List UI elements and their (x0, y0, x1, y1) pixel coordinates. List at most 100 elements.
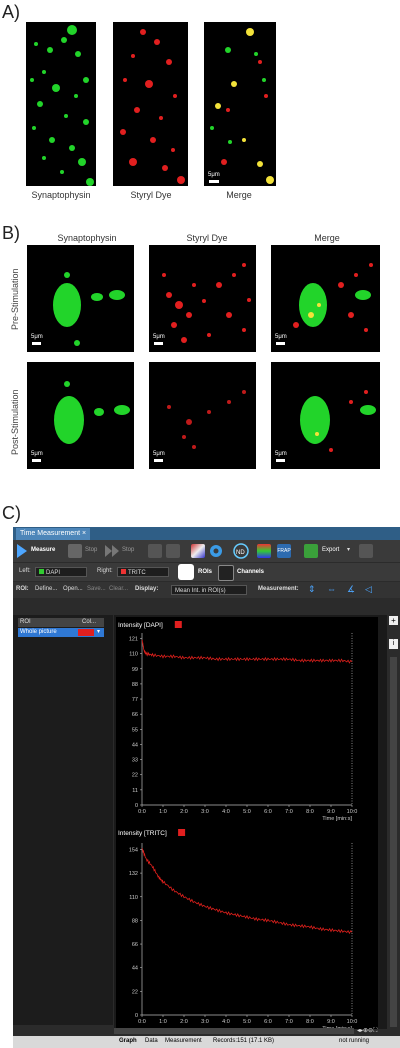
horizontal-measure-icon[interactable]: ⇔ (327, 584, 336, 594)
tab-label: Time Measurement (20, 530, 81, 537)
caption-synaptophysin: Synaptophysin (31, 190, 91, 200)
fast-forward-icon[interactable] (105, 545, 119, 557)
export-icon[interactable] (304, 544, 318, 558)
roi-pane (13, 615, 113, 1025)
post-merge-overlay (300, 390, 376, 452)
zoom-in-icon[interactable]: + (389, 616, 398, 625)
x-tick-label: 4:0 (222, 809, 230, 815)
channels-icon[interactable] (218, 565, 234, 581)
x-tick-label: 7:0 (285, 1019, 293, 1025)
post-styryl-image: 5μm (149, 362, 256, 469)
scale-bar (32, 342, 41, 345)
svg-text:ND: ND (236, 550, 245, 556)
stop-icon[interactable] (68, 544, 82, 558)
vertical-scrollbar[interactable] (390, 657, 397, 1027)
x-axis-label: Time [min:s] (322, 816, 352, 822)
x-tick-label: 10:0 (347, 809, 358, 815)
post-merge-image: 5μm (271, 362, 380, 469)
stop-button-2[interactable]: Stop (122, 547, 134, 553)
open-button[interactable]: Open... (63, 586, 83, 592)
copy-icon[interactable] (148, 544, 162, 558)
roi-row-whole-picture[interactable]: Whole picture ▾ (18, 628, 104, 637)
caption-styryl-dye: Styryl Dye (130, 190, 172, 200)
nd-icon[interactable]: ND (233, 543, 249, 559)
pre-styryl-image: 5μm (149, 245, 256, 352)
y-tick-label: 132 (129, 871, 138, 877)
row-label-post: Post-Stimulation (10, 389, 20, 455)
pre-synaptophysin-image: 5μm (27, 245, 134, 352)
toolbar-roi: ROI: Define... Open... Save... Clear... … (13, 582, 400, 598)
pre-red-puncta (162, 263, 251, 343)
running-status: not running (339, 1038, 370, 1044)
rois-icon[interactable] (178, 564, 194, 580)
paste-icon[interactable] (166, 544, 180, 558)
grid-icon[interactable] (191, 544, 205, 558)
y-tick-label: 66 (132, 942, 138, 948)
x-tick-label: 0:0 (138, 1019, 146, 1025)
color-column-header[interactable]: Col... (82, 619, 96, 625)
arrow-measure-icon[interactable]: ◁ (365, 584, 372, 595)
angle-icon[interactable]: ∡ (347, 584, 355, 595)
tab-graph[interactable]: Graph (119, 1038, 137, 1044)
toolbar-main: Measure Stop Stop ND FRAP Export ▾ (13, 540, 400, 562)
info-icon[interactable]: i (389, 639, 398, 649)
post-green-blob (54, 381, 130, 444)
chevron-down-icon[interactable]: ▾ (97, 628, 100, 635)
wave-icon[interactable] (359, 544, 373, 558)
vertical-measure-icon[interactable]: ⇕ (308, 584, 316, 595)
display-label: Display: (135, 586, 159, 592)
scale-label: 5μm (275, 451, 287, 457)
left-label: Left: (19, 568, 31, 574)
clear-button[interactable]: Clear... (109, 586, 128, 592)
play-icon[interactable] (17, 544, 27, 558)
measure-button[interactable]: Measure (31, 547, 55, 553)
y-tick-label: 77 (132, 697, 138, 703)
rois-button[interactable]: ROIs (198, 569, 212, 575)
scale-bar (276, 342, 285, 345)
y-tick-label: 44 (132, 966, 138, 972)
left-channel-value: DAPI (46, 570, 61, 576)
close-icon[interactable]: × (82, 530, 86, 537)
chevron-down-icon[interactable]: ▾ (347, 546, 350, 553)
gear-icon[interactable] (209, 544, 223, 558)
y-tick-label: 33 (132, 758, 138, 764)
tab-measurement[interactable]: Measurement (165, 1038, 202, 1044)
tab-time-measurement[interactable]: Time Measurement × (16, 528, 91, 540)
display-select[interactable]: Mean Int. in ROI(s) (171, 585, 247, 595)
merge-puncta (210, 28, 274, 184)
scale-label: 5μm (31, 334, 43, 340)
roi-label: ROI: (16, 586, 29, 592)
panel-b-label: B) (2, 223, 20, 243)
x-tick-label: 3:0 (201, 1019, 209, 1025)
channels-button[interactable]: Channels (237, 569, 264, 575)
post-synaptophysin-image: 5μm (27, 362, 134, 469)
stop-button[interactable]: Stop (85, 547, 97, 553)
header-styryl-dye: Styryl Dye (186, 233, 228, 243)
save-button[interactable]: Save... (87, 586, 106, 592)
panel-a-label: A) (2, 2, 20, 22)
x-tick-label: 7:0 (285, 809, 293, 815)
roi-color-swatch[interactable] (78, 629, 94, 636)
color-channels-icon[interactable] (257, 544, 271, 558)
tab-data[interactable]: Data (145, 1038, 158, 1044)
y-tick-label: 11 (132, 788, 138, 794)
roi-column-header[interactable]: ROI (20, 619, 31, 625)
zoom-controls-icon[interactable]: ◂▸⊕⊖⛶ (357, 1027, 377, 1035)
time-measurement-window: Time Measurement × Measure Stop Stop ND … (13, 527, 400, 1048)
x-tick-label: 9:0 (327, 1019, 335, 1025)
pre-merge-image: 5μm (271, 245, 380, 352)
scale-label: 5μm (153, 334, 165, 340)
y-tick-label: 154 (129, 847, 138, 853)
frap-icon[interactable]: FRAP (277, 544, 291, 558)
post-red-puncta (167, 390, 246, 449)
x-tick-label: 1:0 (159, 809, 167, 815)
x-tick-label: 8:0 (306, 809, 314, 815)
right-channel-select[interactable]: TRITC (117, 567, 169, 577)
x-tick-label: 0:0 (138, 809, 146, 815)
tab-bar: Time Measurement × (13, 527, 400, 540)
define-button[interactable]: Define... (35, 586, 57, 592)
red-puncta (120, 29, 185, 184)
horizontal-scrollbar[interactable] (114, 1028, 354, 1034)
export-button[interactable]: Export (322, 547, 339, 553)
left-channel-select[interactable]: DAPI (35, 567, 87, 577)
